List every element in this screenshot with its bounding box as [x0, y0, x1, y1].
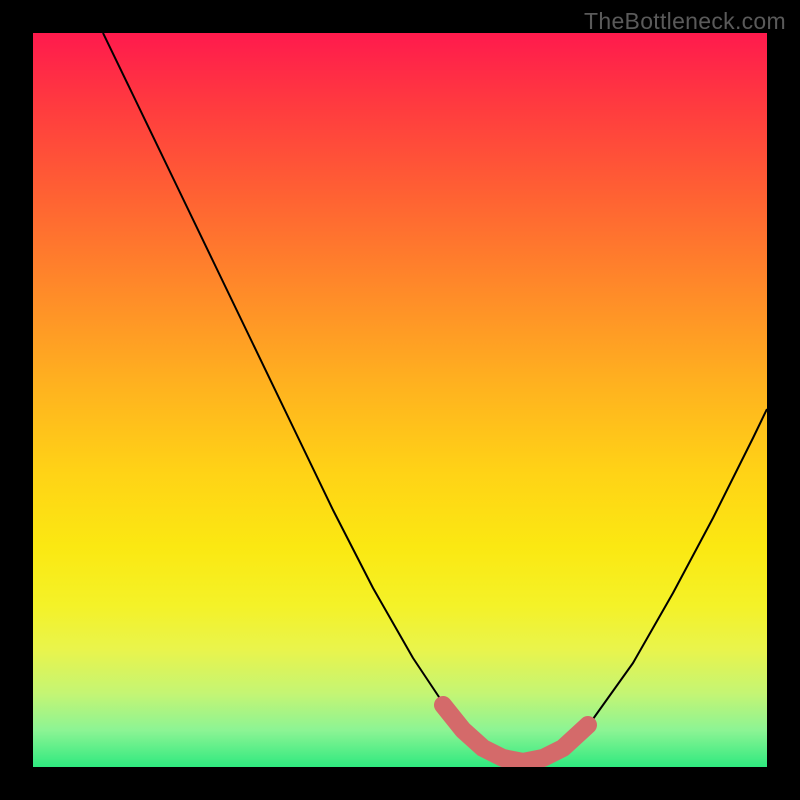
curve-overlay — [33, 33, 767, 767]
chart-container: TheBottleneck.com — [0, 0, 800, 800]
watermark-text: TheBottleneck.com — [584, 8, 786, 35]
series-optimal-highlight — [443, 705, 588, 762]
series-bottleneck-curve — [103, 33, 767, 761]
plot-area — [33, 33, 767, 767]
